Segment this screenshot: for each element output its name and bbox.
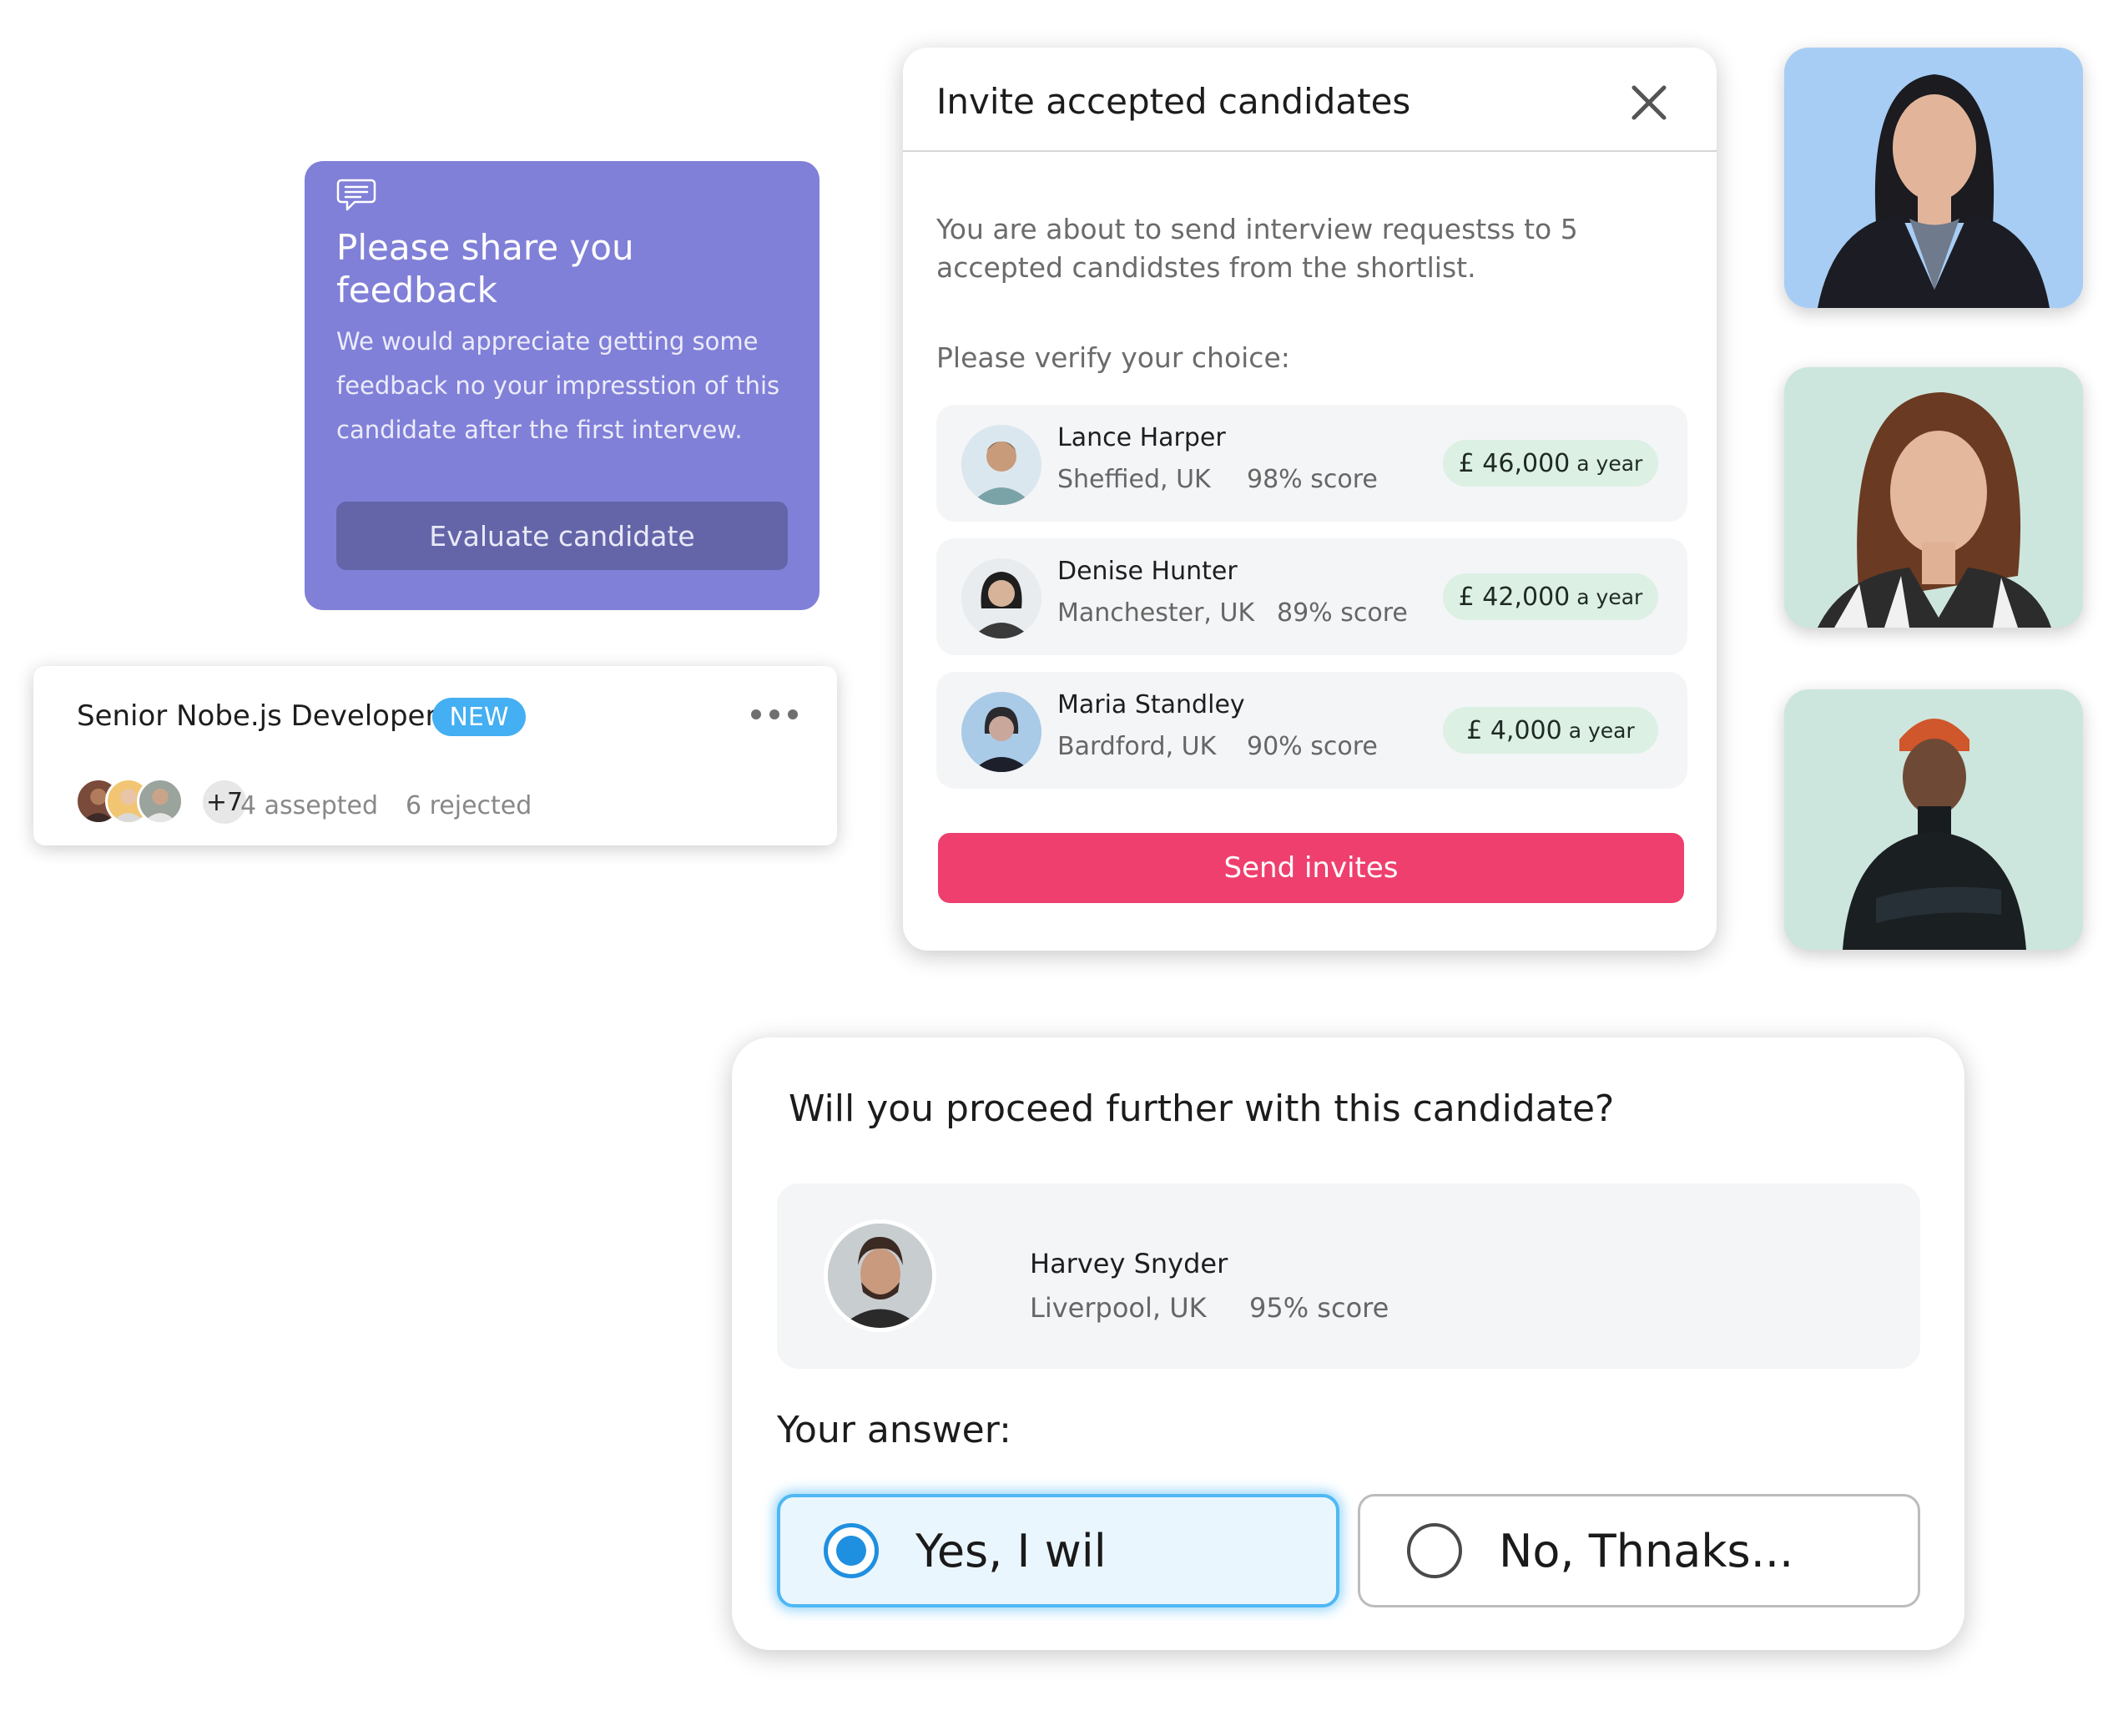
salary-amount: £ 4,000 <box>1466 715 1562 745</box>
candidate-score: 89% score <box>1277 598 1408 628</box>
candidate-photo <box>1784 48 2083 308</box>
candidate-avatar <box>961 692 1041 772</box>
job-title: Senior Nobe.js Developer <box>77 699 437 733</box>
radio-unselected-icon[interactable] <box>1407 1523 1462 1578</box>
modal-description: You are about to send interview requests… <box>936 213 1578 284</box>
job-card[interactable]: Senior Nobe.js Developer NEW +7 4 assept… <box>33 666 837 845</box>
candidate-location: Bardford, UK <box>1057 732 1217 761</box>
candidate-name: Harvey Snyder <box>1030 1248 1228 1279</box>
candidate-name: Denise Hunter <box>1057 557 1238 586</box>
radio-selected-icon[interactable] <box>824 1523 879 1578</box>
candidate-score: 90% score <box>1247 732 1378 761</box>
candidate-photo <box>1784 689 2083 950</box>
candidate-location: Manchester, UK <box>1057 598 1255 628</box>
candidate-row[interactable]: Maria Standley Bardford, UK 90% score £ … <box>936 672 1687 789</box>
candidate-row[interactable]: Denise Hunter Manchester, UK 89% score £… <box>936 538 1687 655</box>
answer-option-label: Yes, I wil <box>915 1524 1107 1577</box>
proceed-question: Will you proceed further with this candi… <box>789 1088 1615 1130</box>
salary-period: a year <box>1576 451 1643 476</box>
accepted-count: 4 assepted <box>240 791 379 820</box>
candidate-photo <box>1784 367 2083 628</box>
salary-period: a year <box>1568 718 1635 743</box>
salary-amount: £ 46,000 <box>1458 448 1571 478</box>
candidate-summary: Harvey Snyder Liverpool, UK 95% score <box>777 1183 1920 1369</box>
modal-title: Invite accepted candidates <box>936 81 1411 122</box>
salary-badge: £ 42,000 a year <box>1443 573 1658 620</box>
proceed-card: Will you proceed further with this candi… <box>732 1037 1964 1650</box>
avatar-stack: +7 <box>75 778 249 828</box>
verify-prompt: Please verify your choice: <box>936 341 1290 374</box>
close-icon[interactable] <box>1627 81 1671 124</box>
invite-modal: Invite accepted candidates You are about… <box>903 48 1717 951</box>
rejected-count: 6 rejected <box>406 791 532 820</box>
salary-amount: £ 42,000 <box>1458 582 1571 612</box>
candidate-location: Sheffied, UK <box>1057 465 1211 494</box>
salary-badge: £ 4,000 a year <box>1443 707 1658 754</box>
candidate-row[interactable]: Lance Harper Sheffied, UK 98% score £ 46… <box>936 405 1687 522</box>
feedback-title: Please share you feedback <box>336 227 634 310</box>
answer-option-no[interactable]: No, Thnaks... <box>1358 1494 1920 1607</box>
candidate-location: Liverpool, UK <box>1030 1292 1207 1324</box>
answer-option-label: No, Thnaks... <box>1499 1524 1794 1577</box>
candidate-score: 98% score <box>1247 465 1378 494</box>
new-badge: NEW <box>432 698 526 736</box>
salary-period: a year <box>1576 584 1643 609</box>
answer-option-yes[interactable]: Yes, I wil <box>777 1494 1339 1607</box>
avatar <box>137 778 184 825</box>
candidate-avatar <box>961 558 1041 638</box>
chat-bubble-icon <box>336 179 376 211</box>
candidate-avatar <box>961 425 1041 505</box>
answer-label: Your answer: <box>777 1409 1011 1451</box>
candidate-score: 95% score <box>1249 1292 1389 1324</box>
candidate-name: Maria Standley <box>1057 690 1245 719</box>
candidate-name: Lance Harper <box>1057 423 1226 452</box>
send-invites-button[interactable]: Send invites <box>938 833 1684 903</box>
feedback-description: We would appreciate getting some feedbac… <box>336 327 780 444</box>
salary-badge: £ 46,000 a year <box>1443 440 1658 487</box>
candidate-avatar <box>824 1219 936 1332</box>
more-options-icon[interactable] <box>751 709 798 721</box>
feedback-card: Please share you feedback We would appre… <box>305 161 819 610</box>
modal-divider <box>903 150 1717 152</box>
evaluate-candidate-button[interactable]: Evaluate candidate <box>336 502 788 570</box>
